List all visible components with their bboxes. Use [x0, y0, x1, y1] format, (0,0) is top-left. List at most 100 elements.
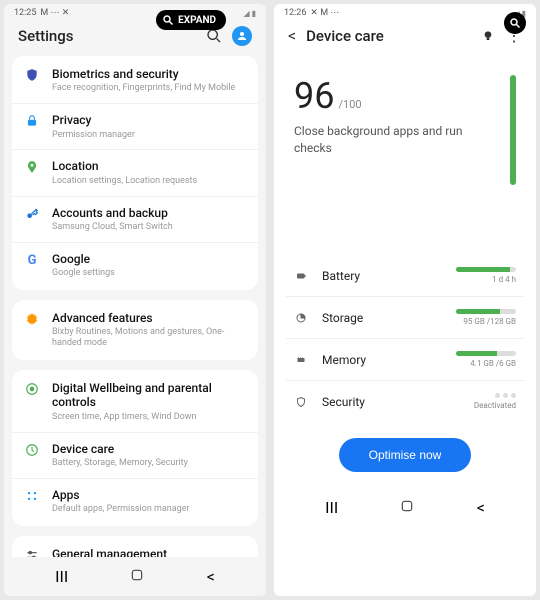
back-button[interactable]: <	[207, 567, 215, 586]
magnifier-icon	[162, 14, 174, 26]
item-title: Digital Wellbeing and parental controls	[52, 381, 246, 410]
wellbeing-icon	[24, 382, 40, 396]
settings-item[interactable]: Digital Wellbeing and parental controls …	[12, 372, 258, 433]
clock: 12:26	[284, 8, 306, 18]
usage-bar	[456, 351, 516, 356]
item-title: Location	[52, 159, 246, 173]
settings-item[interactable]: Apps Default apps, Permission manager	[12, 479, 258, 524]
care-value: Deactivated	[474, 401, 516, 410]
item-subtitle: Default apps, Permission manager	[52, 504, 246, 515]
settings-list[interactable]: Biometrics and security Face recognition…	[4, 56, 266, 557]
header: < Device care ⋮	[274, 20, 536, 55]
nav-bar: III <	[274, 488, 536, 527]
settings-item[interactable]: G Google Google settings	[12, 243, 258, 288]
clock: 12:25	[14, 8, 36, 18]
recents-button[interactable]: III	[55, 567, 68, 586]
item-title: Privacy	[52, 113, 246, 127]
security-icon	[294, 396, 308, 408]
home-button[interactable]	[400, 498, 414, 517]
care-icon	[24, 443, 40, 457]
usage-bar	[456, 309, 516, 314]
care-item[interactable]: Storage 95 GB /128 GB	[286, 297, 524, 339]
gear-icon	[24, 312, 40, 326]
care-item[interactable]: Memory 4.1 GB /6 GB	[286, 339, 524, 381]
expand-label: EXPAND	[178, 15, 216, 26]
score-value: 96	[294, 75, 334, 117]
sliders-icon	[24, 548, 40, 557]
back-button[interactable]: <	[477, 498, 485, 517]
device-care-screen: 12:26 ✕ M ⋯ ◢ ▮ < Device care ⋮ 96/100 C…	[274, 4, 536, 596]
storage-icon	[294, 312, 308, 324]
settings-group: Biometrics and security Face recognition…	[12, 56, 258, 290]
item-title: Accounts and backup	[52, 206, 246, 220]
item-title: Advanced features	[52, 311, 246, 325]
care-item[interactable]: Security Deactivated	[286, 381, 524, 422]
home-button[interactable]	[130, 567, 144, 586]
settings-item[interactable]: Device care Battery, Storage, Memory, Se…	[12, 433, 258, 479]
care-value: 95 GB /128 GB	[463, 317, 516, 326]
page-title: Settings	[18, 27, 74, 45]
item-title: Google	[52, 252, 246, 266]
care-value: 1 d 4 h	[492, 275, 516, 284]
item-subtitle: Screen time, App timers, Wind Down	[52, 412, 246, 423]
care-value: 4.1 GB /6 GB	[470, 359, 516, 368]
item-subtitle: Location settings, Location requests	[52, 176, 246, 187]
score-block: 96/100 Close background apps and run che…	[274, 55, 536, 195]
care-list: Battery 1 d 4 h Storage 95 GB /128 GB Me…	[274, 255, 536, 422]
tips-icon[interactable]	[480, 28, 496, 44]
status-bar: 12:25 M ⋯ ✕ ◢ ▮	[4, 4, 266, 20]
care-label: Storage	[322, 311, 442, 325]
battery-icon	[294, 270, 308, 282]
settings-item[interactable]: Location Location settings, Location req…	[12, 150, 258, 196]
care-item[interactable]: Battery 1 d 4 h	[286, 255, 524, 297]
back-icon[interactable]: <	[288, 26, 296, 45]
profile-icon[interactable]	[232, 26, 252, 46]
apps-icon	[24, 489, 40, 503]
recents-button[interactable]: III	[325, 498, 338, 517]
care-label: Memory	[322, 353, 442, 367]
item-title: General management	[52, 547, 246, 557]
settings-item[interactable]: Advanced features Bixby Routines, Motion…	[12, 302, 258, 358]
care-label: Security	[322, 395, 460, 409]
score-message: Close background apps and run checks	[294, 123, 496, 157]
usage-bar	[456, 267, 516, 272]
settings-item[interactable]: Biometrics and security Face recognition…	[12, 58, 258, 104]
item-subtitle: Bixby Routines, Motions and gestures, On…	[52, 327, 246, 349]
settings-item[interactable]: Accounts and backup Samsung Cloud, Smart…	[12, 197, 258, 243]
memory-icon	[294, 354, 308, 366]
shield-icon	[24, 68, 40, 82]
score-bar	[510, 75, 516, 185]
item-subtitle: Permission manager	[52, 130, 246, 141]
status-right-icons: ◢ ▮	[243, 9, 256, 18]
key-icon	[24, 207, 40, 221]
item-subtitle: Face recognition, Fingerprints, Find My …	[52, 83, 246, 94]
expand-button[interactable]: EXPAND	[156, 10, 226, 30]
settings-screen: 12:25 M ⋯ ✕ ◢ ▮ EXPAND Settings Biometri…	[4, 4, 266, 596]
nav-bar: III <	[4, 557, 266, 596]
google-icon: G	[24, 253, 40, 268]
status-bar: 12:26 ✕ M ⋯ ◢ ▮	[274, 4, 536, 20]
item-title: Device care	[52, 442, 246, 456]
item-subtitle: Samsung Cloud, Smart Switch	[52, 222, 246, 233]
settings-group: Digital Wellbeing and parental controls …	[12, 370, 258, 526]
optimise-button[interactable]: Optimise now	[339, 438, 472, 472]
lock-icon	[24, 114, 40, 128]
settings-item[interactable]: Privacy Permission manager	[12, 104, 258, 150]
status-indicators: M ⋯ ✕	[40, 8, 69, 18]
status-indicators: ✕ M ⋯	[310, 8, 339, 18]
zoom-button[interactable]	[504, 12, 526, 34]
pin-icon	[24, 160, 40, 174]
item-subtitle: Battery, Storage, Memory, Security	[52, 458, 246, 469]
header: Settings	[4, 20, 266, 56]
settings-group: General management Language and input, D…	[12, 536, 258, 557]
status-dots	[495, 393, 516, 398]
item-title: Biometrics and security	[52, 67, 246, 81]
settings-group: Advanced features Bixby Routines, Motion…	[12, 300, 258, 360]
score-max: /100	[338, 98, 361, 111]
settings-item[interactable]: General management Language and input, D…	[12, 538, 258, 557]
item-subtitle: Google settings	[52, 268, 246, 279]
page-title: Device care	[306, 27, 384, 45]
item-title: Apps	[52, 488, 246, 502]
care-label: Battery	[322, 269, 442, 283]
search-icon[interactable]	[206, 28, 222, 44]
